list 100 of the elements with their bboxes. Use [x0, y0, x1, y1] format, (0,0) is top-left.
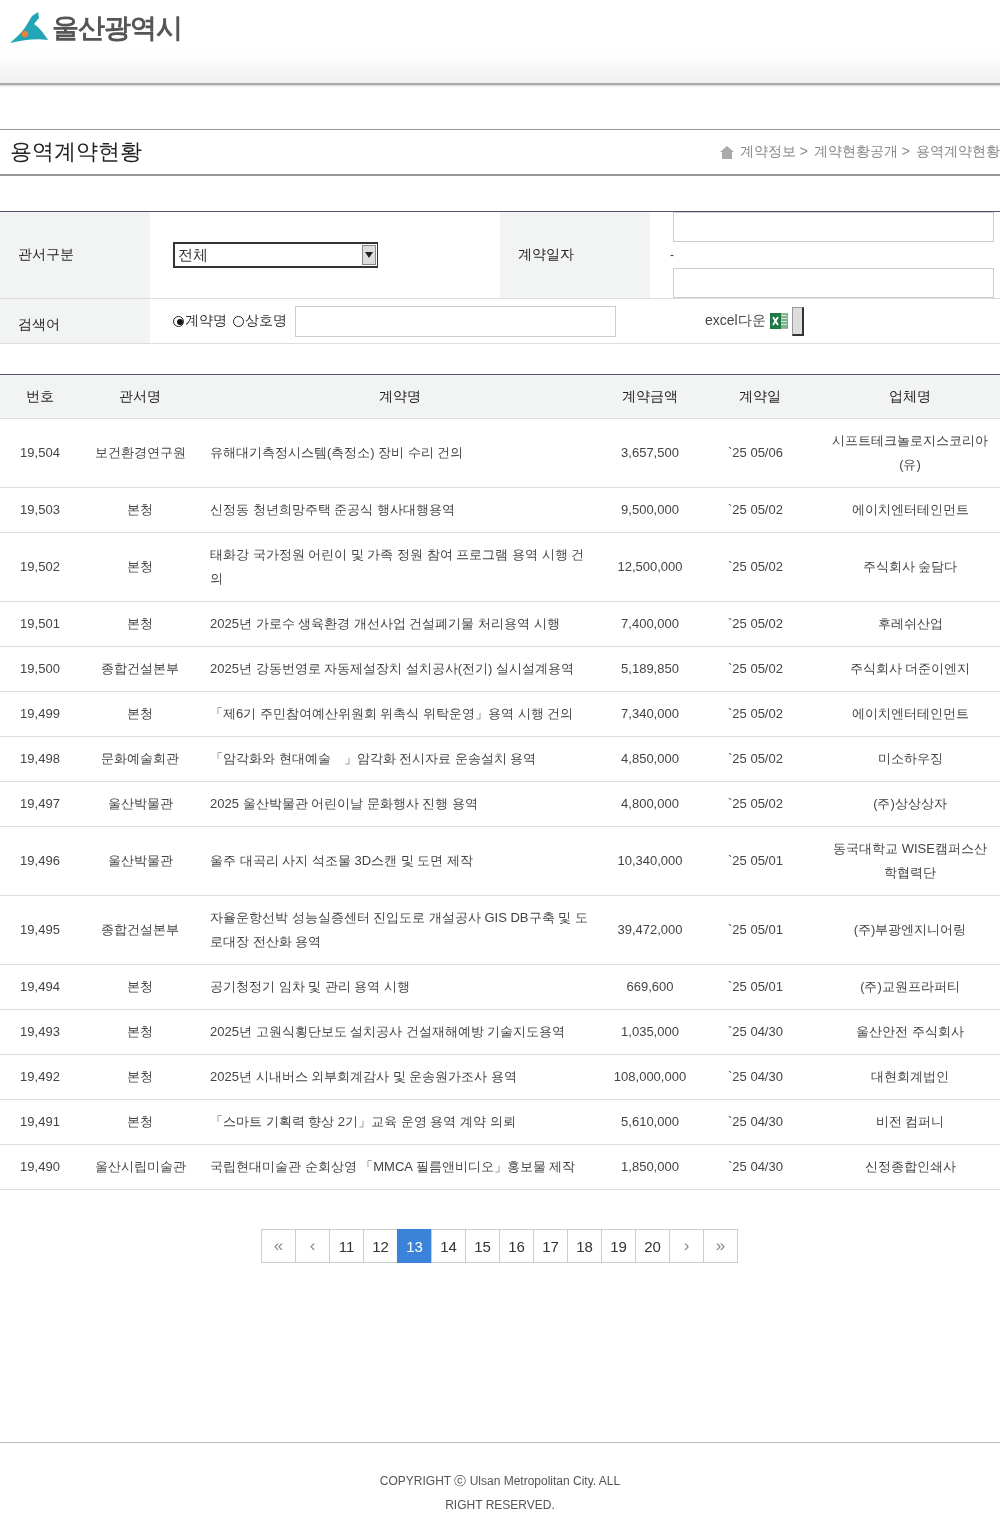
- table-cell: `25 05/01: [728, 979, 783, 994]
- table-cell: `25 05/06: [728, 445, 783, 460]
- table-cell: `25 04/30: [728, 1114, 783, 1129]
- page-button[interactable]: 19: [601, 1229, 636, 1263]
- radio-label[interactable]: 계약명: [185, 312, 227, 330]
- table-cell: `25 04/30: [728, 1024, 783, 1039]
- table-cell: 19,500: [20, 661, 60, 676]
- table-cell: 울산안전 주식회사: [856, 1024, 964, 1039]
- table-cell: 「스마트 기획력 향상 2기」교육 운영 용역 계약 의뢰: [210, 1114, 516, 1129]
- table-cell: 문화예술회관: [101, 751, 179, 766]
- table-cell: 본청: [127, 979, 153, 994]
- table-cell: 2025년 고원식횡단보도 설치공사 건설재해예방 기술지도용역: [210, 1024, 566, 1039]
- table-cell: 주식회사 더준이엔지: [849, 661, 971, 676]
- date-separator: -: [670, 248, 674, 262]
- office-select[interactable]: 전체: [173, 242, 378, 268]
- table-cell: `25 05/02: [728, 559, 783, 574]
- page-button[interactable]: 14: [431, 1229, 466, 1263]
- table-cell: `25 04/30: [728, 1159, 783, 1174]
- excel-download-label[interactable]: excel다운: [705, 312, 766, 330]
- table-cell: `25 05/02: [728, 502, 783, 517]
- table-cell: 2025년 시내버스 외부회계감사 및 운송원가조사 용역: [210, 1069, 517, 1084]
- table-cell: 종합건설본부: [101, 922, 179, 937]
- column-header: 관서명: [80, 374, 200, 419]
- table-cell: 4,800,000: [621, 796, 679, 811]
- page-nav-button[interactable]: ›: [669, 1229, 704, 1263]
- table-cell: 유해대기측정시스템(측정소) 장비 수리 건의: [210, 445, 464, 460]
- page-button[interactable]: 16: [499, 1229, 534, 1263]
- table-cell: 19,490: [20, 1159, 60, 1174]
- table-cell: 19,496: [20, 853, 60, 868]
- table-cell: 울주 대곡리 사지 석조물 3D스캔 및 도면 제작: [210, 853, 473, 868]
- table-cell: 19,504: [20, 445, 60, 460]
- table-cell: 4,850,000: [621, 751, 679, 766]
- table-cell: 3,657,500: [621, 445, 679, 460]
- page-nav-button[interactable]: «: [261, 1229, 296, 1263]
- table-cell: `25 04/30: [728, 1069, 783, 1084]
- table-cell: 19,491: [20, 1114, 60, 1129]
- filter-label: 관서구분: [0, 212, 150, 298]
- copyright-text: COPYRIGHT ⓒ Ulsan Metropolitan City. ALL RIGHT RESERVED.: [378, 1473, 622, 1514]
- table-cell: 19,503: [20, 502, 60, 517]
- table-cell: 108,000,000: [613, 1069, 687, 1084]
- table-cell: 19,499: [20, 706, 60, 721]
- breadcrumb-link[interactable]: 용역계약현황: [916, 143, 1000, 161]
- column-header: 계약금액: [600, 374, 700, 419]
- table-cell: 1,035,000: [621, 1024, 679, 1039]
- table-cell: 1,850,000: [621, 1159, 679, 1174]
- table-cell: 자율운항선박 성능실증센터 진입도로 개설공사 GIS DB구축 및 도로대장 전산화 용역: [210, 910, 588, 949]
- page-button[interactable]: 12: [363, 1229, 398, 1263]
- table-cell: 12,500,000: [617, 559, 683, 574]
- table-cell: 19,492: [20, 1069, 60, 1084]
- breadcrumb-link[interactable]: 계약현황공개 >: [813, 143, 910, 161]
- filter-label: 계약일자: [500, 212, 650, 298]
- filter-label: 검색어: [0, 299, 150, 343]
- table-cell: 본청: [127, 706, 153, 721]
- page-button[interactable]: 20: [635, 1229, 670, 1263]
- column-header: 계약명: [200, 374, 600, 419]
- table-cell: 「암각화와 현대예술 」암각화 전시자료 운송설치 용역: [210, 751, 537, 766]
- table-cell: 2025 울산박물관 어린이날 문화행사 진행 용역: [210, 796, 478, 811]
- table-cell: 39,472,000: [617, 922, 683, 937]
- table-cell: `25 05/02: [728, 616, 783, 631]
- page-button[interactable]: 11: [329, 1229, 364, 1263]
- table-cell: `25 05/02: [728, 751, 783, 766]
- table-cell: 시프트테크놀로지스코리아(유): [832, 433, 988, 472]
- table-cell: `25 05/01: [728, 853, 783, 868]
- table-cell: 미소하우징: [877, 751, 943, 766]
- table-cell: 7,340,000: [621, 706, 679, 721]
- table-cell: 본청: [127, 1024, 153, 1039]
- table-cell: 19,495: [20, 922, 60, 937]
- table-cell: 5,610,000: [621, 1114, 679, 1129]
- page-button[interactable]: 13: [397, 1229, 432, 1263]
- column-header: 계약일: [700, 374, 820, 419]
- table-cell: 19,498: [20, 751, 60, 766]
- page-button[interactable]: 18: [567, 1229, 602, 1263]
- table-cell: 종합건설본부: [101, 661, 179, 676]
- table-cell: 2025년 가로수 생육환경 개선사업 건설폐기물 처리용역 시행: [210, 616, 560, 631]
- logo-text[interactable]: 울산광역시: [52, 10, 182, 46]
- page-nav-button[interactable]: »: [703, 1229, 738, 1263]
- table-cell: 태화강 국가정원 어린이 및 가족 정원 참여 프로그램 용역 시행 건의: [210, 547, 585, 586]
- table-cell: 후레쉬산업: [877, 616, 943, 631]
- table-cell: 669,600: [626, 979, 674, 994]
- page-nav-button[interactable]: ‹: [295, 1229, 330, 1263]
- page-title: 용역계약현황: [10, 138, 142, 166]
- table-cell: 7,400,000: [621, 616, 679, 631]
- table-cell: 10,340,000: [617, 853, 683, 868]
- table-cell: 신정동 청년희망주택 준공식 행사대행용역: [210, 502, 455, 517]
- table-cell: 신정종합인쇄사: [864, 1159, 956, 1174]
- radio-label[interactable]: 상호명: [245, 312, 287, 330]
- breadcrumb-link[interactable]: 계약정보 >: [739, 143, 808, 161]
- table-cell: 본청: [127, 559, 153, 574]
- page-button[interactable]: 17: [533, 1229, 568, 1263]
- table-cell: 대현회계법인: [871, 1069, 949, 1084]
- table-cell: 에이치엔터테인먼트: [851, 502, 969, 517]
- page-button[interactable]: 15: [465, 1229, 500, 1263]
- table-cell: `25 05/02: [728, 661, 783, 676]
- table-cell: 울산박물관: [107, 853, 173, 868]
- table-cell: `25 05/02: [728, 796, 783, 811]
- column-header: 업체명: [820, 374, 1000, 419]
- table-cell: 울산시립미술관: [94, 1159, 186, 1174]
- table-cell: 에이치엔터테인먼트: [851, 706, 969, 721]
- table-cell: (주)부광엔지니어링: [853, 922, 967, 937]
- table-cell: 본청: [127, 502, 153, 517]
